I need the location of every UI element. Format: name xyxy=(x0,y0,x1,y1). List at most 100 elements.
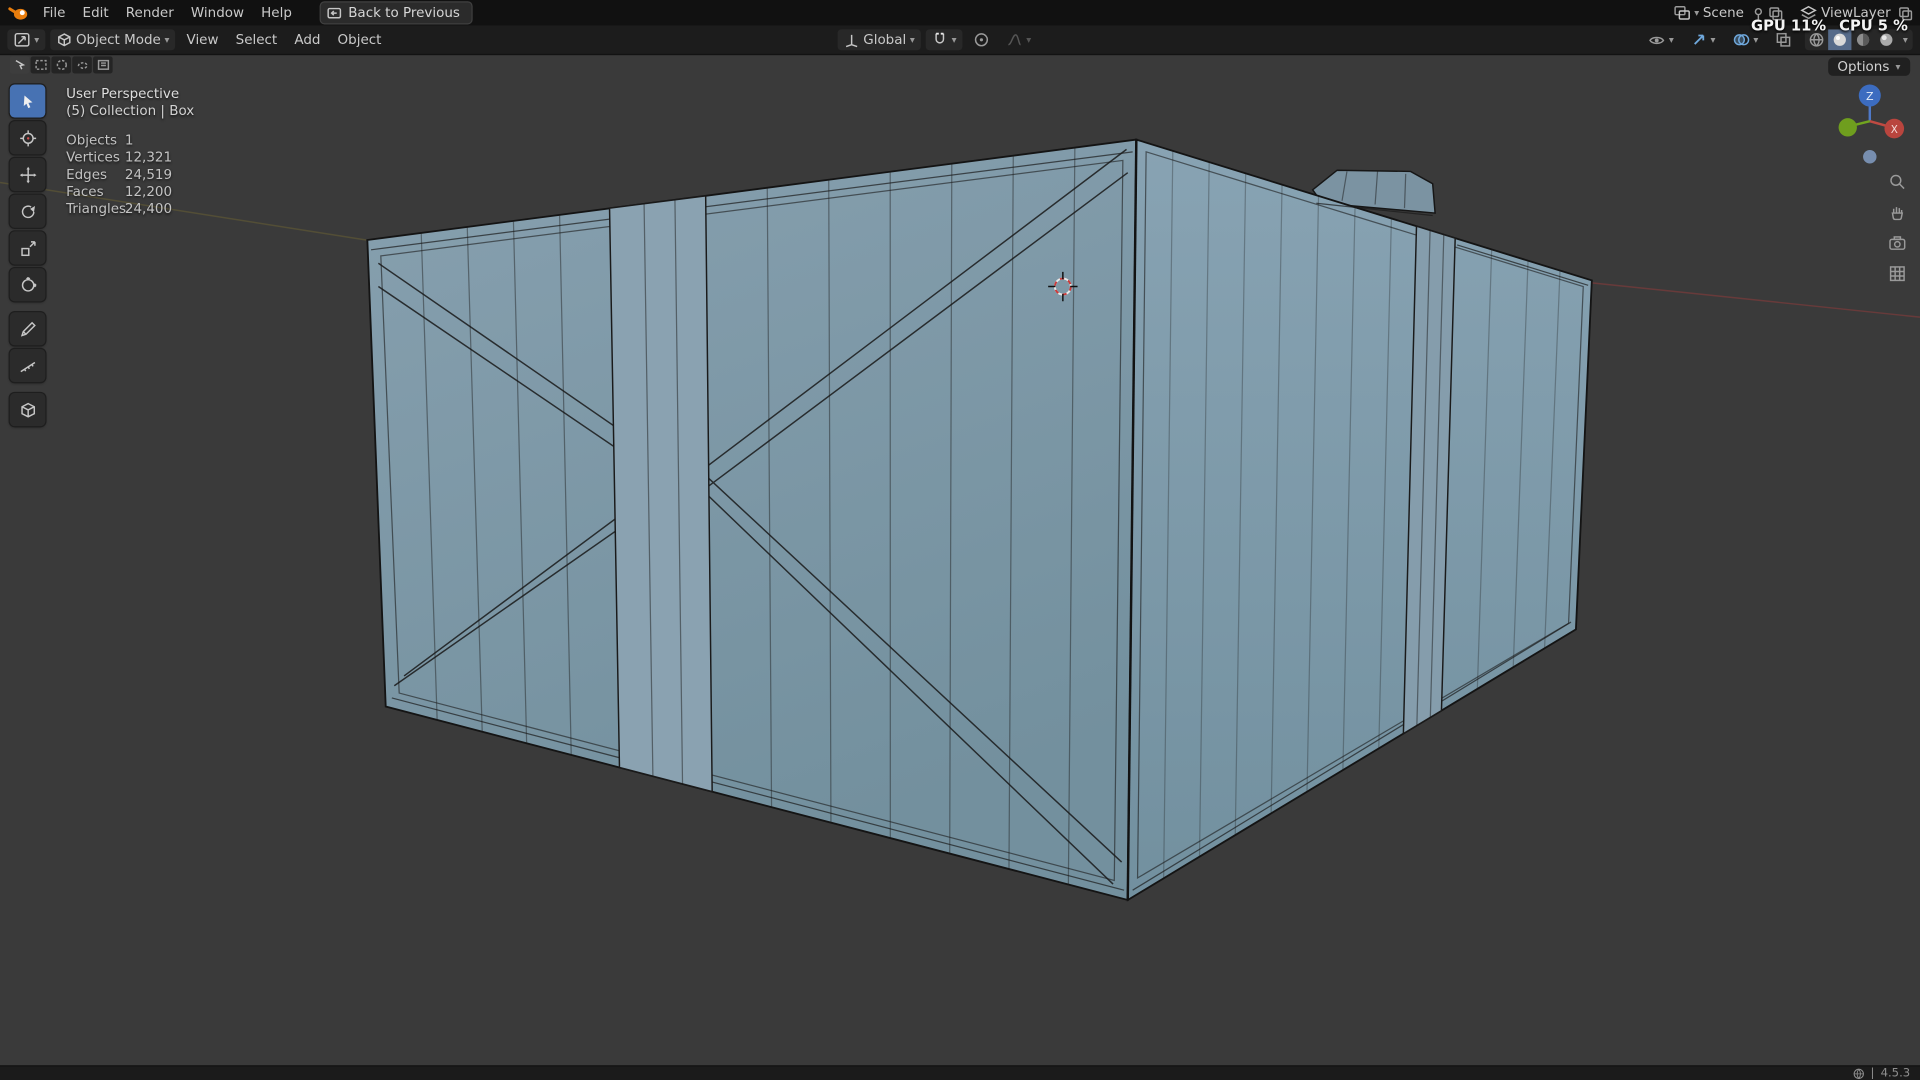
crate-right-face xyxy=(1126,138,1593,902)
chevron-down-icon: ▾ xyxy=(951,33,957,45)
tool-shelf xyxy=(9,84,46,427)
annotate-tool[interactable] xyxy=(9,312,46,346)
options-label: Options xyxy=(1837,58,1890,75)
orientation-label: Global xyxy=(863,31,907,48)
select-mode-extra-button[interactable] xyxy=(93,56,113,74)
visibility-dropdown[interactable]: ▾ xyxy=(1642,29,1680,50)
scene-selector[interactable]: ▾ Scene xyxy=(1669,4,1749,22)
select-lasso-button[interactable] xyxy=(72,56,92,74)
menu-object[interactable]: Object xyxy=(329,29,390,50)
cpu-usage: CPU 5 % xyxy=(1839,17,1908,35)
blender-window: File Edit Render Window Help Back to Pre… xyxy=(0,0,1920,1080)
stat-value: 12,321 xyxy=(124,148,173,165)
proportional-editing-icon xyxy=(974,33,989,47)
transform-tool[interactable] xyxy=(9,268,46,302)
scale-tool[interactable] xyxy=(9,231,46,265)
stat-value: 1 xyxy=(124,131,134,148)
transform-orientation-selector[interactable]: Global ▾ xyxy=(837,29,921,51)
chevron-down-icon: ▾ xyxy=(34,33,40,45)
stat-row: Edges 24,519 xyxy=(66,165,194,182)
select-tweak-button[interactable] xyxy=(9,56,30,74)
gizmo-z-label: Z xyxy=(1866,90,1874,103)
orientation-axes-icon xyxy=(845,34,858,48)
snap-toggle[interactable]: ▾ xyxy=(925,29,963,51)
gizmo-x-label: X xyxy=(1891,124,1898,136)
options-button[interactable]: Options ▾ xyxy=(1827,57,1911,76)
back-to-previous-label: Back to Previous xyxy=(348,4,460,21)
overlays-icon xyxy=(1733,34,1750,46)
back-to-previous-button[interactable]: Back to Previous xyxy=(320,1,473,25)
chevron-down-icon: ▾ xyxy=(1753,33,1759,45)
viewport-nav-controls xyxy=(1882,169,1911,287)
add-cube-tool[interactable] xyxy=(9,393,46,427)
menu-edit[interactable]: Edit xyxy=(74,2,117,23)
mode-label: Object Mode xyxy=(75,31,161,48)
menu-add[interactable]: Add xyxy=(286,29,329,50)
falloff-curve-icon xyxy=(1008,34,1022,46)
viewport-3d[interactable] xyxy=(0,0,1920,1080)
gizmos-dropdown[interactable]: ▾ xyxy=(1685,29,1722,50)
scene-icon xyxy=(1673,6,1690,20)
select-circle-button[interactable] xyxy=(51,56,72,74)
object-mode-icon xyxy=(58,33,71,47)
stat-label: Edges xyxy=(66,165,108,182)
toggle-ortho-button[interactable] xyxy=(1882,261,1911,287)
editor-3d-viewport-icon xyxy=(14,32,30,47)
stat-row: Objects 1 xyxy=(66,131,194,148)
blender-logo-icon xyxy=(8,6,28,19)
stat-label: Objects xyxy=(66,131,118,148)
editor-type-button[interactable]: ▾ xyxy=(7,29,46,51)
select-box-button[interactable] xyxy=(30,56,51,74)
crate-mesh[interactable] xyxy=(366,138,1593,902)
chevron-down-icon: ▾ xyxy=(1026,33,1032,45)
breadcrumb: (5) Collection | Box xyxy=(66,102,195,119)
chevron-down-icon: ▾ xyxy=(1694,6,1700,18)
proportional-falloff-dropdown[interactable]: ▾ xyxy=(1001,29,1038,50)
chevron-down-icon[interactable]: ▾ xyxy=(1898,34,1913,45)
network-icon[interactable] xyxy=(1852,1067,1864,1079)
viewport-header: ▾ Object Mode ▾ View Select Add Object G… xyxy=(0,25,1920,56)
stat-row: Triangles 24,400 xyxy=(66,200,194,217)
proportional-editing-toggle[interactable] xyxy=(968,29,996,50)
cursor-tool[interactable] xyxy=(9,121,46,155)
rotate-tool[interactable] xyxy=(9,194,46,228)
status-divider: | xyxy=(1870,1066,1875,1080)
measure-tool[interactable] xyxy=(9,348,46,383)
zoom-button[interactable] xyxy=(1882,169,1911,195)
pan-hand-button[interactable] xyxy=(1882,200,1911,226)
menu-file[interactable]: File xyxy=(34,2,74,23)
scene-statistics: Objects 1 Vertices 12,321 Edges 24,519 F… xyxy=(66,131,194,217)
chevron-down-icon: ▾ xyxy=(1895,60,1901,72)
blender-menu-button[interactable] xyxy=(0,4,34,21)
tool-fallback-strip xyxy=(9,56,113,74)
menu-select[interactable]: Select xyxy=(227,29,286,50)
mode-selector[interactable]: Object Mode ▾ xyxy=(50,29,176,51)
menu-view[interactable]: View xyxy=(178,29,227,50)
view-perspective-label: User Perspective xyxy=(66,85,180,102)
status-bar: | 4.5.3 xyxy=(0,1065,1920,1080)
chevron-down-icon: ▾ xyxy=(1668,33,1674,45)
gpu-usage: GPU 11% xyxy=(1751,17,1827,35)
stat-label: Vertices xyxy=(66,148,120,165)
chevron-down-icon: ▾ xyxy=(164,33,170,45)
gizmo-arrow-icon xyxy=(1693,34,1705,45)
stat-value: 24,519 xyxy=(124,165,173,182)
camera-view-button[interactable] xyxy=(1882,230,1911,256)
scene-name: Scene xyxy=(1702,4,1744,21)
move-tool[interactable] xyxy=(9,157,46,192)
menu-render[interactable]: Render xyxy=(117,2,182,23)
stat-label: Triangles xyxy=(66,200,127,217)
back-icon xyxy=(327,7,342,18)
version-label: 4.5.3 xyxy=(1880,1066,1911,1080)
topbar: File Edit Render Window Help Back to Pre… xyxy=(0,0,1920,26)
eye-icon xyxy=(1649,36,1665,44)
stat-row: Faces 12,200 xyxy=(66,182,194,199)
navigation-gizmo[interactable]: Z X xyxy=(1824,78,1917,171)
select-box-tool[interactable] xyxy=(9,84,46,118)
menu-window[interactable]: Window xyxy=(182,2,252,23)
stat-row: Vertices 12,321 xyxy=(66,148,194,165)
stat-value: 24,400 xyxy=(124,200,173,217)
menu-help[interactable]: Help xyxy=(253,2,301,23)
stat-value: 12,200 xyxy=(124,183,173,199)
gizmo-negz-axis-ball xyxy=(1863,150,1877,164)
